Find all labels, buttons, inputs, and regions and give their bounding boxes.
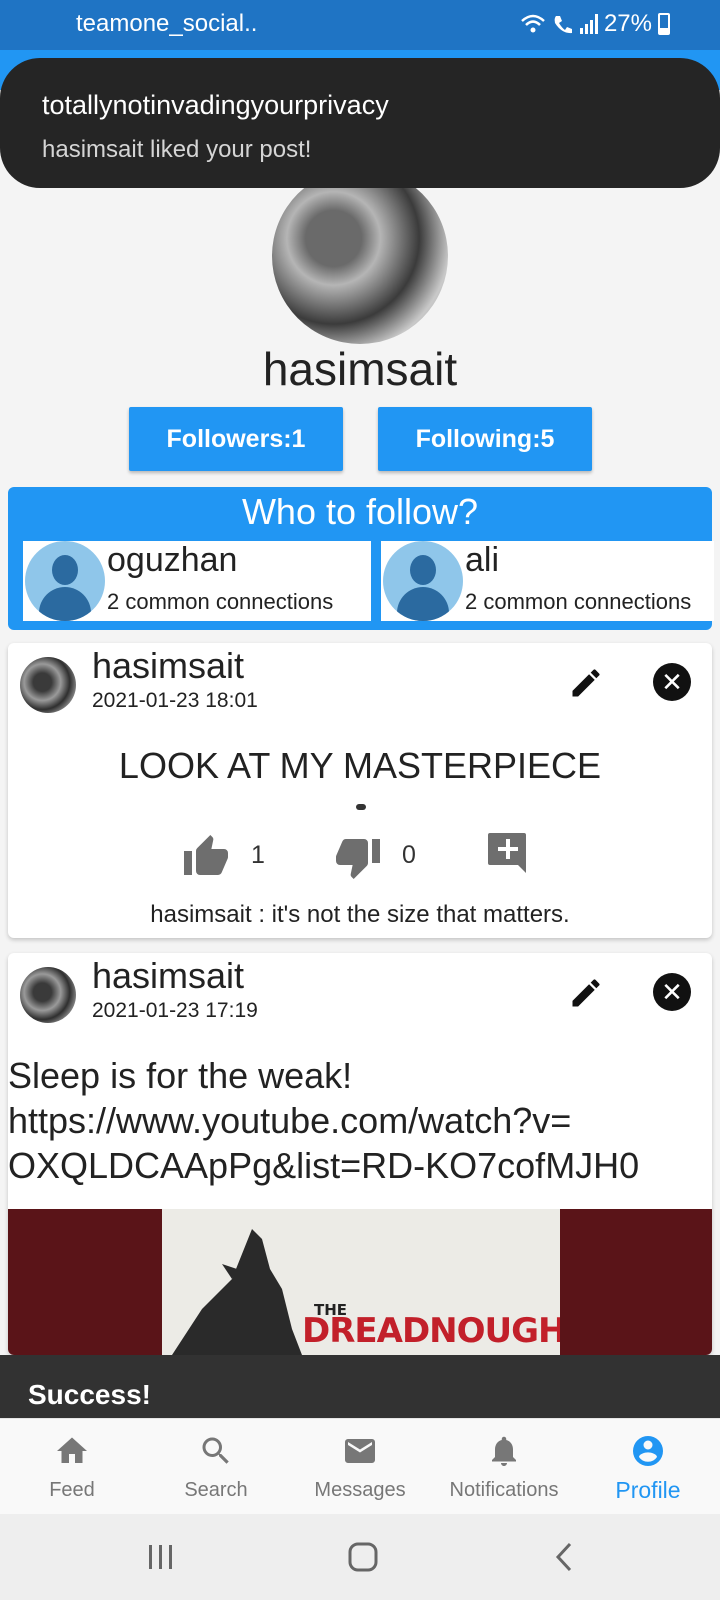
profile-avatar[interactable] bbox=[272, 168, 448, 344]
home-button-icon[interactable] bbox=[346, 1540, 380, 1574]
nav-label: Search bbox=[184, 1479, 248, 1501]
video-thumbnail[interactable]: THE DREADNOUGHTS bbox=[8, 1209, 712, 1355]
thumbnail-artwork: THE DREADNOUGHTS bbox=[162, 1209, 560, 1355]
mail-icon bbox=[345, 1439, 375, 1463]
snackbar: Success! bbox=[0, 1355, 720, 1418]
toast-message: hasimsait liked your post! bbox=[42, 136, 312, 163]
post-card: hasimsait 2021-01-23 18:01 ✕ LOOK AT MY … bbox=[8, 643, 712, 938]
user-avatar-icon bbox=[383, 541, 463, 621]
nav-label: Notifications bbox=[449, 1479, 559, 1501]
search-icon bbox=[202, 1437, 229, 1464]
post-text: Sleep is for the weak! https://www.youtu… bbox=[8, 1053, 639, 1188]
snackbar-text: Success! bbox=[28, 1379, 151, 1410]
post-image[interactable] bbox=[356, 804, 366, 810]
suggestion-name: oguzhan bbox=[107, 541, 238, 579]
back-icon[interactable] bbox=[552, 1540, 576, 1574]
post-date: 2021-01-23 18:01 bbox=[92, 689, 258, 712]
signal-icon bbox=[579, 14, 598, 34]
who-to-follow-panel: Who to follow? oguzhan 2 common connecti… bbox=[8, 487, 714, 630]
post-link[interactable]: OXQLDCAApPg&list=RD-KO7cofMJH0 bbox=[8, 1143, 639, 1188]
account-circle-icon bbox=[633, 1436, 663, 1466]
post-date: 2021-01-23 17:19 bbox=[92, 999, 258, 1022]
recent-apps-icon[interactable] bbox=[146, 1542, 176, 1572]
post-author-avatar[interactable] bbox=[20, 657, 76, 713]
post-card: hasimsait 2021-01-23 17:19 ✕ Sleep is fo… bbox=[8, 953, 712, 1355]
post-author-avatar[interactable] bbox=[20, 967, 76, 1023]
comment-text: hasimsait : it's not the size that matte… bbox=[150, 901, 570, 928]
nav-label: Feed bbox=[49, 1479, 95, 1501]
wolf-icon bbox=[172, 1229, 302, 1355]
nav-label: Messages bbox=[314, 1479, 406, 1501]
nav-messages[interactable]: Messages bbox=[288, 1419, 432, 1515]
nav-search[interactable]: Search bbox=[144, 1419, 288, 1515]
following-button[interactable]: Following:5 bbox=[378, 407, 592, 471]
dislike-count: 0 bbox=[402, 841, 416, 869]
add-comment-icon[interactable] bbox=[484, 829, 532, 877]
post-author[interactable]: hasimsait bbox=[92, 645, 244, 687]
wifi-icon bbox=[521, 14, 545, 33]
toast-title: totallynotinvadingyourprivacy bbox=[42, 90, 389, 120]
like-count: 1 bbox=[251, 841, 265, 869]
profile-username: hasimsait bbox=[262, 343, 458, 395]
home-icon bbox=[57, 1437, 87, 1463]
notification-toast[interactable]: totallynotinvadingyourprivacy hasimsait … bbox=[0, 58, 720, 188]
user-avatar-icon bbox=[25, 541, 105, 621]
bell-icon bbox=[492, 1436, 516, 1466]
suggestion-name: ali bbox=[465, 541, 500, 579]
status-bar: teamone_social.. 27% bbox=[0, 0, 720, 50]
call-icon bbox=[554, 16, 572, 34]
post-text-line: Sleep is for the weak! bbox=[8, 1055, 353, 1096]
status-app-name: teamone_social.. bbox=[76, 10, 258, 37]
nav-label: Profile bbox=[615, 1477, 681, 1503]
nav-feed[interactable]: Feed bbox=[0, 1419, 144, 1515]
edit-icon[interactable] bbox=[568, 665, 604, 701]
suggestion-card[interactable]: oguzhan 2 common connections bbox=[23, 541, 371, 621]
delete-icon[interactable]: ✕ bbox=[653, 973, 691, 1011]
nav-profile[interactable]: Profile bbox=[576, 1419, 720, 1515]
who-to-follow-title: Who to follow? bbox=[241, 491, 479, 532]
battery-icon bbox=[658, 13, 670, 35]
thumbnail-text-big: DREADNOUGHTS bbox=[302, 1311, 560, 1351]
post-link[interactable]: https://www.youtube.com/watch?v= bbox=[8, 1098, 639, 1143]
followers-button[interactable]: Followers:1 bbox=[129, 407, 343, 471]
bottom-navigation: Feed Search Messages Notifications Profi… bbox=[0, 1418, 720, 1514]
suggestion-card[interactable]: ali 2 common connections bbox=[381, 541, 714, 621]
suggestion-common: 2 common connections bbox=[465, 589, 692, 614]
edit-icon[interactable] bbox=[568, 975, 604, 1011]
system-navigation-bar bbox=[0, 1514, 720, 1600]
thumbs-up-icon[interactable] bbox=[180, 833, 232, 881]
delete-icon[interactable]: ✕ bbox=[653, 663, 691, 701]
thumbs-down-icon[interactable] bbox=[332, 833, 384, 881]
post-text: LOOK AT MY MASTERPIECE bbox=[118, 745, 602, 786]
status-icons: 27% bbox=[520, 10, 670, 38]
post-author[interactable]: hasimsait bbox=[92, 955, 244, 997]
suggestion-common: 2 common connections bbox=[107, 589, 334, 614]
nav-notifications[interactable]: Notifications bbox=[432, 1419, 576, 1515]
battery-percent: 27% bbox=[603, 10, 652, 37]
